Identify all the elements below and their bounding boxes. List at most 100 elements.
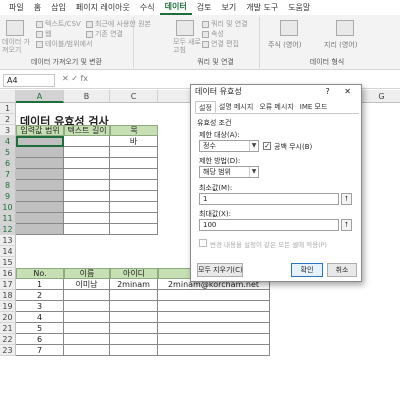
table-header-cell[interactable]: 목 [110,125,158,136]
table-cell[interactable]: 바 [110,136,158,147]
tab-view[interactable]: 보기 [216,0,241,15]
validation-input-cell[interactable] [16,158,64,169]
apply-all-checkbox[interactable] [199,239,207,247]
table-cell[interactable] [64,147,110,158]
row-header[interactable]: 15 [0,257,16,268]
dialog-title-icons[interactable]: ? ✕ [326,85,358,99]
table-cell[interactable]: 1 [16,279,64,290]
row-header[interactable]: 5 [0,147,16,158]
ok-button[interactable]: 확인 [291,263,323,277]
table-cell[interactable] [64,301,110,312]
tab-help[interactable]: 도움말 [283,0,315,15]
table-cell[interactable]: 5 [16,323,64,334]
table-header-cell[interactable]: 이름 [64,268,110,279]
geography-button[interactable]: 지리 (영어) [324,40,357,50]
max-input[interactable]: 100 [199,219,339,231]
table-cell[interactable] [64,312,110,323]
dialog-tab-input-message[interactable]: 설명 메시지 [216,101,256,113]
table-cell[interactable] [110,147,158,158]
table-cell[interactable] [64,191,110,202]
table-cell[interactable] [110,312,158,323]
table-cell[interactable]: 7 [16,345,64,356]
table-range-button[interactable]: 테이블/범위에서 [36,39,92,49]
table-header-cell[interactable]: 입력값 범위 [16,125,64,136]
table-cell[interactable] [110,169,158,180]
validation-input-cell[interactable] [16,169,64,180]
get-data-button[interactable]: 데이터 가져오기 [2,38,32,54]
row-header[interactable]: 14 [0,246,16,257]
table-cell[interactable] [158,323,270,334]
refresh-all-button[interactable]: 모두 새로 고침 [173,38,201,54]
dialog-tab-settings[interactable]: 설정 [195,101,216,113]
column-header[interactable]: G [362,90,400,103]
table-cell[interactable] [64,180,110,191]
row-header[interactable]: 13 [0,235,16,246]
table-cell[interactable] [64,158,110,169]
validation-input-cell[interactable] [16,213,64,224]
row-header[interactable]: 3 [0,125,16,136]
table-cell[interactable] [64,169,110,180]
allow-select[interactable]: 정수 ▼ [199,140,259,152]
recent-sources-button[interactable]: 최근에 사용한 원본 [86,19,151,29]
table-cell[interactable] [158,334,270,345]
table-header-cell[interactable]: 텍스트 길이 [64,125,110,136]
table-cell[interactable] [64,290,110,301]
tab-insert[interactable]: 삽입 [46,0,71,15]
tab-page-layout[interactable]: 페이지 레이아웃 [71,0,135,15]
row-header[interactable]: 11 [0,213,16,224]
row-header[interactable]: 1 [0,103,16,114]
table-cell[interactable]: 2 [16,290,64,301]
row-header[interactable]: 9 [0,191,16,202]
row-header[interactable]: 6 [0,158,16,169]
row-header[interactable]: 7 [0,169,16,180]
web-button[interactable]: 웹 [36,29,51,39]
table-cell[interactable] [158,345,270,356]
tab-file[interactable]: 파일 [4,0,29,15]
text-csv-button[interactable]: 텍스트/CSV [36,19,81,29]
select-all-corner[interactable] [0,90,16,103]
row-header[interactable]: 23 [0,345,16,356]
table-cell[interactable] [64,202,110,213]
data-select[interactable]: 해당 범위 ▼ [199,166,259,178]
row-header[interactable]: 4 [0,136,16,147]
table-cell[interactable] [110,334,158,345]
validation-input-cell[interactable] [16,191,64,202]
table-cell[interactable] [110,224,158,235]
row-header[interactable]: 12 [0,224,16,235]
table-cell[interactable] [110,202,158,213]
range-select-icon[interactable]: ⭡ [341,219,352,231]
row-header[interactable]: 17 [0,279,16,290]
column-header[interactable]: B [64,90,110,103]
column-header[interactable]: C [110,90,158,103]
table-header-cell[interactable]: No. [16,268,64,279]
formula-symbols[interactable]: ✕ ✓ fx [62,74,88,83]
ignore-blank-checkbox[interactable]: ✓ [263,142,271,150]
tab-review[interactable]: 검토 [192,0,217,15]
validation-input-cell[interactable] [16,224,64,235]
row-header[interactable]: 22 [0,334,16,345]
row-header[interactable]: 2 [0,114,16,125]
tab-home[interactable]: 홈 [29,0,46,15]
row-header[interactable]: 8 [0,180,16,191]
row-header[interactable]: 20 [0,312,16,323]
column-header[interactable]: A [16,90,64,103]
table-cell[interactable] [64,213,110,224]
table-cell[interactable]: 2minam [110,279,158,290]
existing-connections-button[interactable]: 기존 연결 [86,29,123,39]
cancel-button[interactable]: 취소 [327,263,357,277]
table-cell[interactable] [158,290,270,301]
table-cell[interactable] [64,345,110,356]
properties-button[interactable]: 속성 [202,29,224,39]
table-cell[interactable]: 이미남 [64,279,110,290]
table-cell[interactable] [110,290,158,301]
table-cell[interactable] [110,345,158,356]
tab-developer[interactable]: 개발 도구 [241,0,283,15]
name-box[interactable]: A4 [3,74,55,87]
table-cell[interactable]: 6 [16,334,64,345]
table-cell[interactable] [64,323,110,334]
table-cell[interactable] [110,323,158,334]
table-cell[interactable] [110,180,158,191]
tab-formulas[interactable]: 수식 [135,0,160,15]
table-cell[interactable] [158,312,270,323]
row-header[interactable]: 18 [0,290,16,301]
